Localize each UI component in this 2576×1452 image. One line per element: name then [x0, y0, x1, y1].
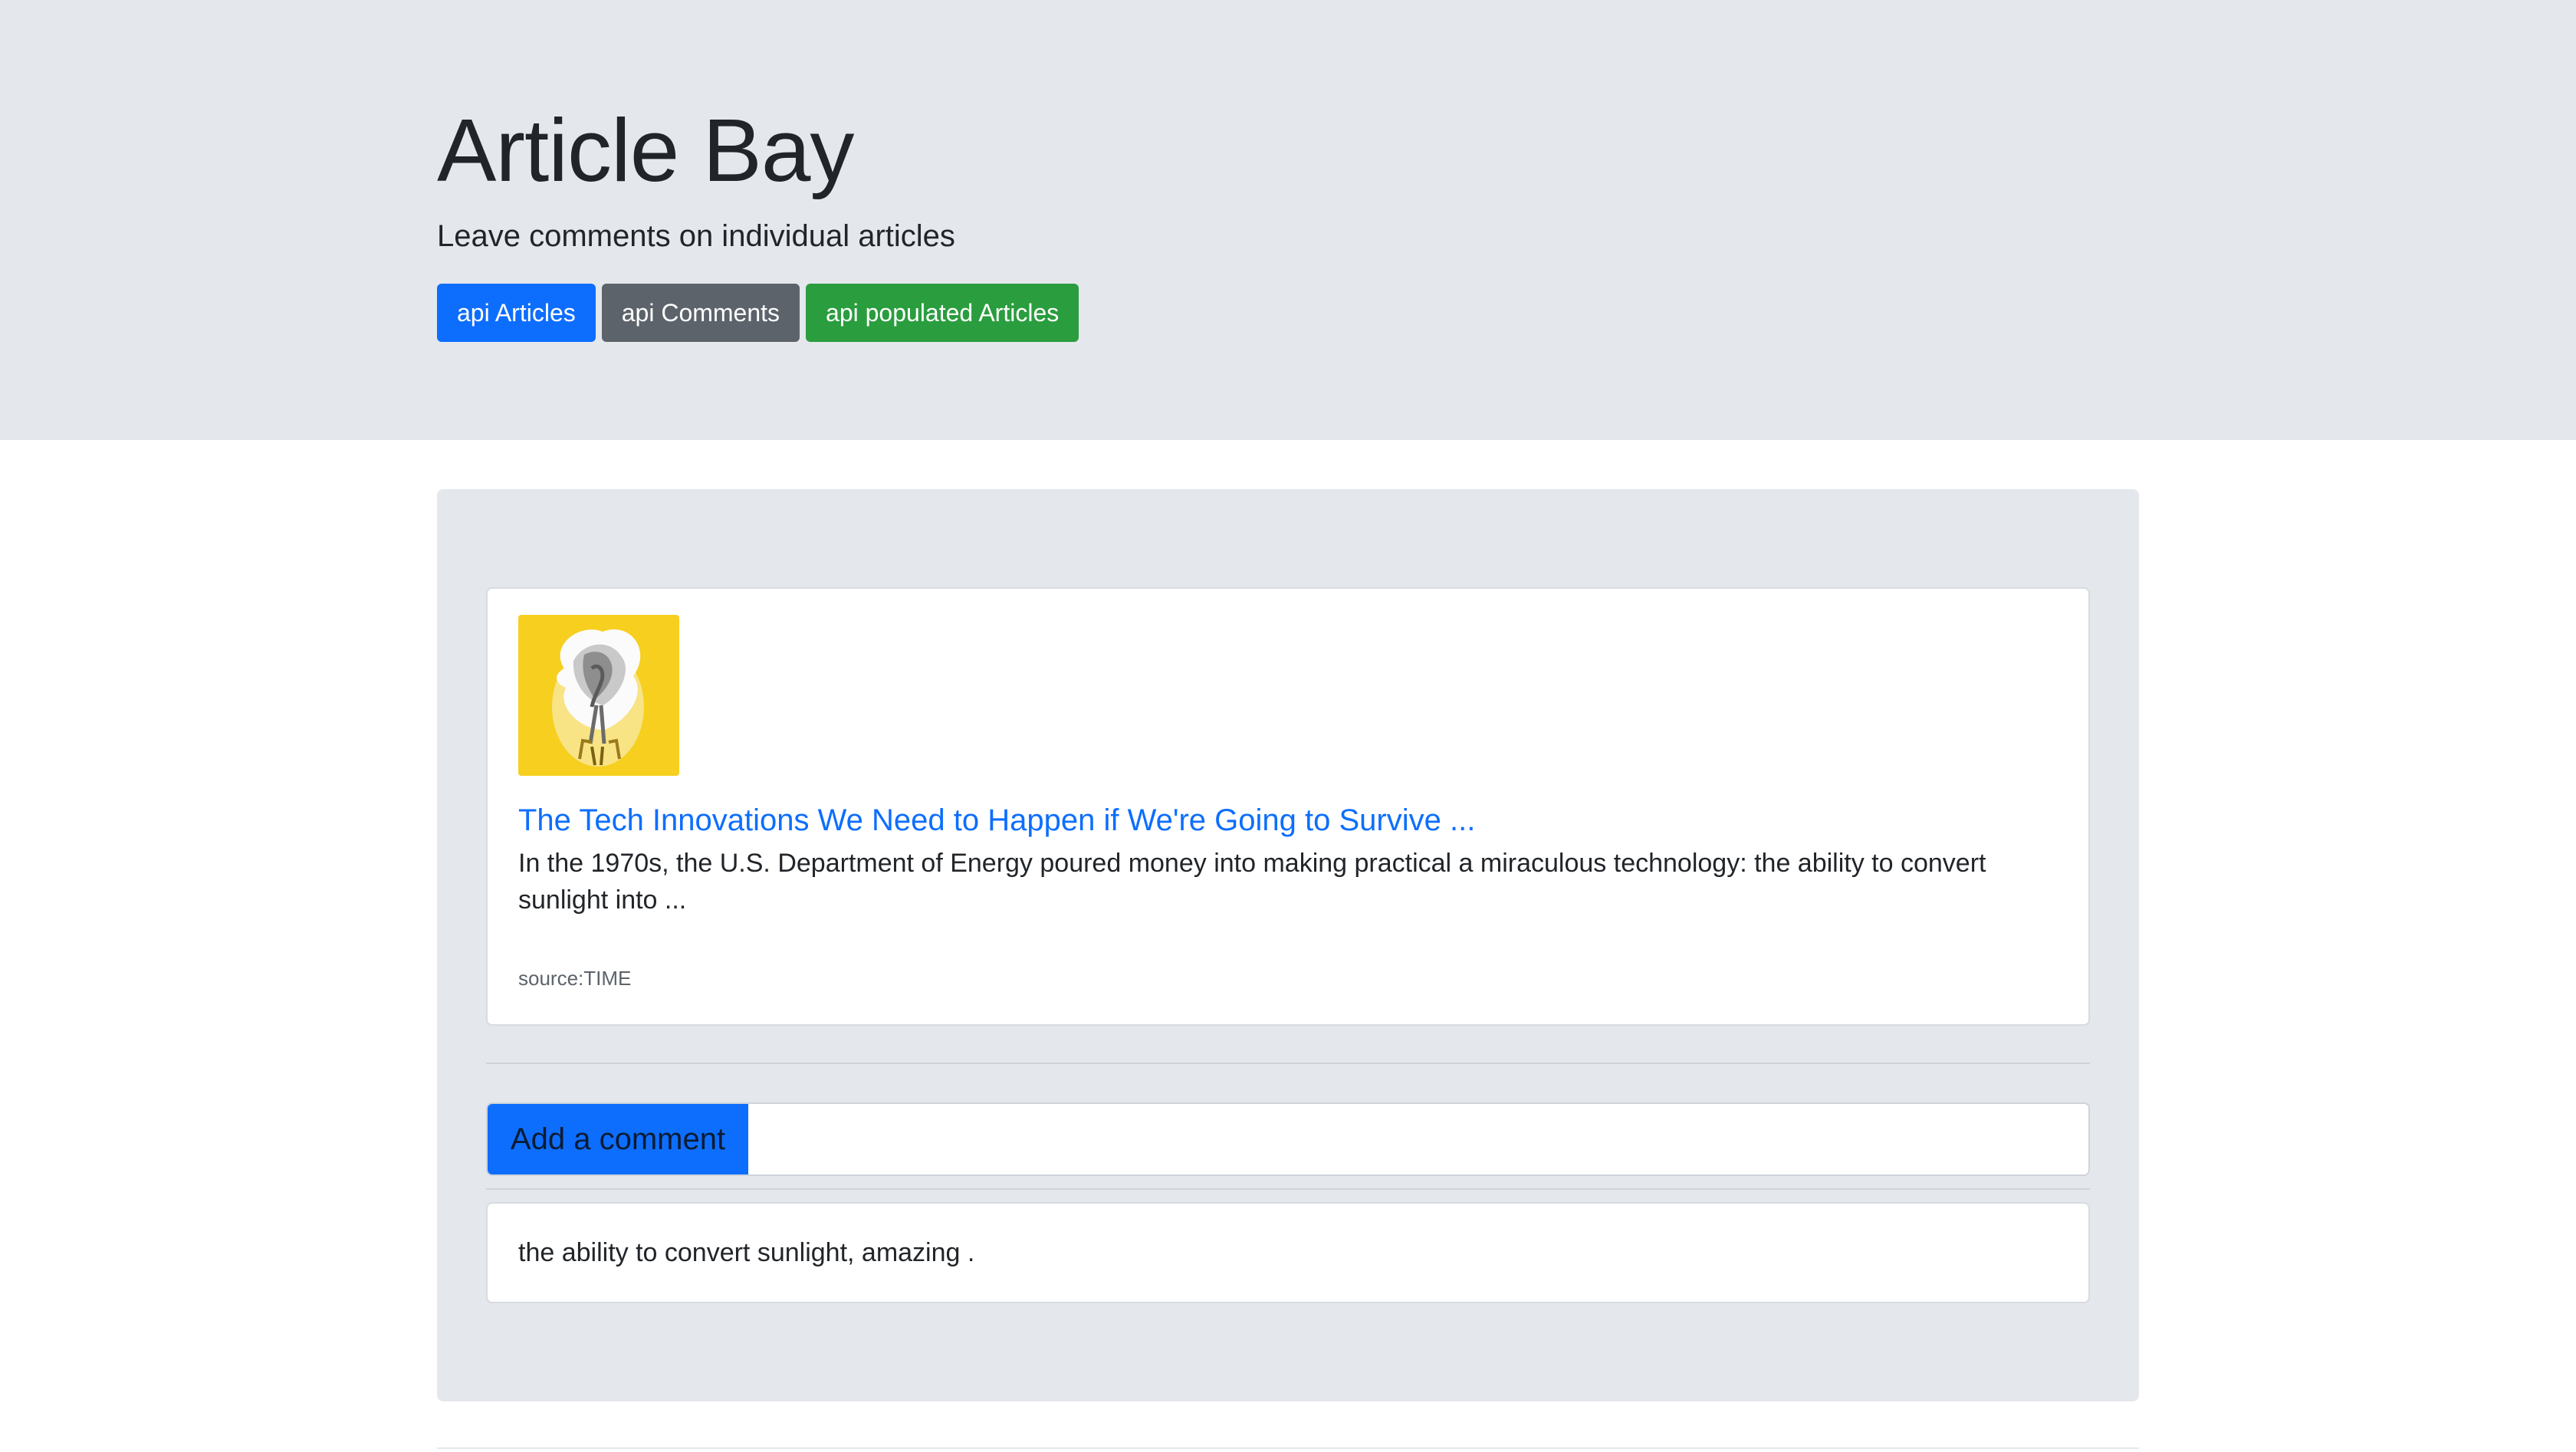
header-jumbotron: Article Bay Leave comments on individual…: [0, 0, 2576, 440]
api-comments-button[interactable]: api Comments: [601, 284, 800, 342]
article-source: source:TIME: [518, 967, 632, 990]
page-title: Article Bay: [437, 100, 854, 200]
header-container: Article Bay Leave comments on individual…: [437, 0, 2139, 440]
comment-form: Add a comment: [486, 1102, 2090, 1176]
article-card: The Tech Innovations We Need to Happen i…: [486, 587, 2090, 1026]
comment-input[interactable]: [748, 1104, 2088, 1174]
page-subtitle: Leave comments on individual articles: [437, 219, 955, 253]
api-button-group: api Articles api Comments api populated …: [437, 284, 1079, 342]
article-title-link[interactable]: The Tech Innovations We Need to Happen i…: [518, 800, 1475, 840]
comment-text: the ability to convert sunlight, amazing…: [518, 1238, 975, 1267]
divider-bottom: [486, 1188, 2090, 1190]
api-populated-articles-button[interactable]: api populated Articles: [806, 284, 1079, 342]
comment-item: the ability to convert sunlight, amazing…: [486, 1202, 2090, 1303]
divider-top: [486, 1063, 2090, 1064]
api-articles-button[interactable]: api Articles: [437, 284, 596, 342]
lightbulb-smoke-illustration-icon: [518, 615, 679, 776]
article-panel: The Tech Innovations We Need to Happen i…: [437, 489, 2139, 1401]
footer-divider: [437, 1447, 2139, 1449]
add-comment-button[interactable]: Add a comment: [488, 1104, 748, 1174]
article-summary: In the 1970s, the U.S. Department of Ene…: [518, 849, 1986, 915]
